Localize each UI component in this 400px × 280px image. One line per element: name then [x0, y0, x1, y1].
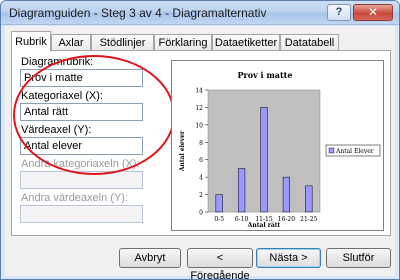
- category-axis-input[interactable]: Antal rätt: [20, 103, 143, 121]
- close-button[interactable]: ✕: [353, 4, 393, 21]
- second-value-axis-input[interactable]: [20, 205, 143, 223]
- bar: [237, 168, 246, 213]
- chart-wizard-dialog: Diagramguiden - Steg 3 av 4 - Diagramalt…: [0, 0, 400, 280]
- y-axis-label: Antal elever: [179, 130, 186, 172]
- tab-datatabell[interactable]: Datatabell: [280, 34, 339, 51]
- back-button[interactable]: < Föregående: [187, 248, 253, 279]
- title-tab-panel: Diagramrubrik: Prov i matte Kategoriaxel…: [11, 50, 391, 236]
- title-bar[interactable]: Diagramguiden - Steg 3 av 4 - Diagramalt…: [1, 1, 399, 25]
- chart-preview-svg: Prov i matte024681012140-5 6-10 11-15 16-20…: [179, 70, 381, 229]
- x-tick-label: 0-5: [214, 216, 224, 223]
- chart-title-input[interactable]: Prov i matte: [20, 69, 143, 87]
- y-tick-label: 12: [195, 105, 203, 112]
- x-tick-label: 6-10: [235, 216, 249, 223]
- tab-label: Stödlinjer: [99, 37, 146, 49]
- y-tick-label: 14: [195, 88, 203, 95]
- finish-button[interactable]: Slutför: [326, 248, 391, 268]
- bar: [282, 176, 291, 213]
- tab-label: Dataetiketter: [214, 37, 278, 49]
- bar: [215, 194, 223, 213]
- y-tick-label: 6: [199, 157, 203, 164]
- tab-label: Axlar: [58, 37, 84, 49]
- tab-label: Datatabell: [284, 37, 335, 49]
- legend-label: Antal Elever: [335, 148, 374, 155]
- tab-rubrik[interactable]: Rubrik: [11, 31, 51, 52]
- tab-dataetiketter[interactable]: Dataetiketter: [212, 34, 280, 51]
- tab-forklaring[interactable]: Förklaring: [154, 34, 212, 51]
- y-tick-label: 4: [199, 175, 203, 182]
- bar: [305, 185, 313, 213]
- chart-title-label: Diagramrubrik:: [21, 56, 94, 68]
- tab-axlar[interactable]: Axlar: [51, 34, 91, 51]
- y-tick-label: 10: [195, 122, 203, 129]
- legend-swatch: [328, 147, 335, 154]
- tab-label: Förklaring: [158, 37, 208, 49]
- chart-preview: Prov i matte 0 2 4 6 8 10 12 14 0-5 6-10 11-15 16-20…: [171, 60, 384, 231]
- tab-strip: Rubrik Axlar Stödlinjer Förklaring Datae…: [11, 31, 391, 52]
- chart-title: Prov i matte: [238, 70, 293, 80]
- window-title: Diagramguiden - Steg 3 av 4 - Diagramalt…: [9, 6, 267, 20]
- value-axis-label: Värdeaxel (Y):: [21, 124, 92, 136]
- second-category-axis-label: Andra kategoriaxeln (X):: [21, 158, 140, 170]
- cancel-button[interactable]: Avbryt: [119, 248, 181, 268]
- y-tick-label: 2: [199, 192, 203, 199]
- second-value-axis-label: Andra värdeaxeln (Y):: [21, 192, 128, 204]
- tab-label: Rubrik: [15, 36, 47, 48]
- x-tick-label: 21-25: [300, 216, 317, 223]
- tab-stodlinjer[interactable]: Stödlinjer: [91, 34, 154, 51]
- category-axis-label: Kategoriaxel (X):: [21, 90, 103, 102]
- value-axis-input[interactable]: Antal elever: [20, 137, 143, 155]
- x-axis-label: Antal rätt: [247, 222, 281, 229]
- x-tick-label: 16-20: [278, 216, 295, 223]
- y-tick-label: 0: [199, 210, 203, 217]
- second-category-axis-input[interactable]: [20, 171, 143, 189]
- help-button[interactable]: ?: [327, 4, 351, 21]
- dialog-content: Rubrik Axlar Stödlinjer Förklaring Datae…: [5, 26, 395, 279]
- next-button[interactable]: Nästa >: [256, 248, 321, 268]
- y-tick-label: 8: [199, 140, 203, 147]
- bar: [260, 107, 268, 213]
